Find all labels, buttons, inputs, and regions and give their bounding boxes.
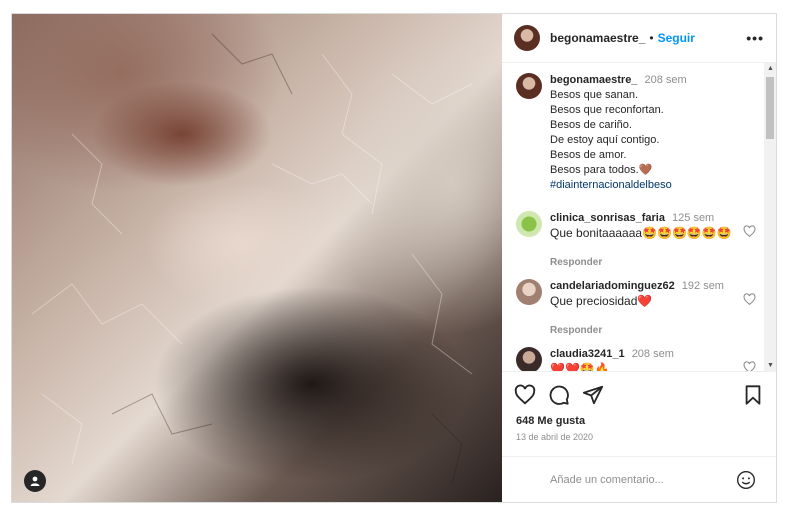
likes-count[interactable]: 648 Me gusta (516, 415, 585, 427)
comment-time[interactable]: 192 sem (682, 280, 724, 292)
scroll-down-arrow-icon[interactable]: ▼ (767, 362, 774, 369)
comment-username[interactable]: claudia3241_1 (550, 348, 625, 360)
like-comment-heart-icon[interactable] (743, 361, 756, 371)
add-comment-bar: Añade un comentario... (502, 456, 776, 503)
instagram-post: begonamaestre_ • Seguir ••• begonamaestr… (11, 13, 777, 503)
post-header: begonamaestre_ • Seguir ••• (502, 14, 776, 63)
scrollbar-thumb[interactable] (766, 77, 774, 139)
comment-item: claudia3241_1 208 sem ❤️❤️🤩🔥 (516, 347, 756, 371)
scroll-up-arrow-icon[interactable]: ▲ (767, 65, 774, 72)
avatar[interactable] (514, 25, 540, 51)
save-bookmark-icon[interactable] (742, 384, 764, 406)
comment-time[interactable]: 208 sem (632, 348, 674, 360)
comment-username[interactable]: clinica_sonrisas_faria (550, 212, 665, 224)
post-actions (502, 371, 776, 412)
like-comment-heart-icon[interactable] (743, 293, 756, 306)
comment-text: ❤️❤️🤩🔥 (550, 362, 610, 371)
caption-line: Besos para todos.🤎 (550, 164, 653, 176)
follow-button[interactable]: Seguir (658, 31, 695, 45)
add-comment-input[interactable]: Añade un comentario... (550, 474, 736, 486)
comment-text: Que bonitaaaaaa🤩🤩🤩🤩🤩🤩 (550, 226, 732, 240)
emoji-icon[interactable] (736, 470, 756, 490)
comment-time[interactable]: 125 sem (672, 212, 714, 224)
comment-avatar[interactable] (516, 211, 542, 237)
comment-bubble-icon[interactable] (548, 384, 570, 406)
post-sidebar: begonamaestre_ • Seguir ••• begonamaestr… (502, 14, 776, 502)
tagged-users-icon[interactable] (24, 470, 46, 492)
caption: begonamaestre_ 208 sem Besos que sanan. … (516, 73, 756, 193)
post-image[interactable] (12, 14, 502, 502)
reply-button[interactable]: Responder (550, 255, 756, 270)
comment-item: candelariadominguez62 192 sem Que precio… (516, 279, 756, 338)
like-heart-icon[interactable] (514, 384, 536, 406)
comment-avatar[interactable] (516, 279, 542, 305)
caption-line: Besos que sanan. (550, 89, 639, 101)
caption-line: Besos de cariño. (550, 119, 632, 131)
caption-line: Besos que reconfortan. (550, 104, 664, 116)
caption-time[interactable]: 208 sem (645, 74, 687, 86)
caption-avatar[interactable] (516, 73, 542, 99)
caption-line: Besos de amor. (550, 149, 627, 161)
caption-username[interactable]: begonamaestre_ (550, 74, 637, 86)
comments-scrollbar[interactable]: ▲ ▼ (764, 63, 776, 371)
comment-item: clinica_sonrisas_faria 125 sem Que bonit… (516, 211, 756, 270)
caption-hashtag[interactable]: #diainternacionaldelbeso (550, 178, 756, 193)
reply-button[interactable]: Responder (550, 323, 756, 338)
caption-line: De estoy aquí contigo. (550, 134, 660, 146)
header-separator: • (649, 31, 654, 45)
comment-text: Que preciosidad❤️ (550, 294, 653, 308)
comment-username[interactable]: candelariadominguez62 (550, 280, 675, 292)
like-comment-heart-icon[interactable] (743, 225, 756, 238)
image-crack-overlay (31, 33, 473, 485)
header-username[interactable]: begonamaestre_ (550, 31, 645, 45)
comment-avatar[interactable] (516, 347, 542, 371)
comments-list[interactable]: begonamaestre_ 208 sem Besos que sanan. … (502, 63, 776, 371)
post-date: 13 de abril de 2020 (516, 432, 594, 442)
more-options-icon[interactable]: ••• (746, 30, 764, 46)
share-paper-plane-icon[interactable] (582, 384, 604, 406)
